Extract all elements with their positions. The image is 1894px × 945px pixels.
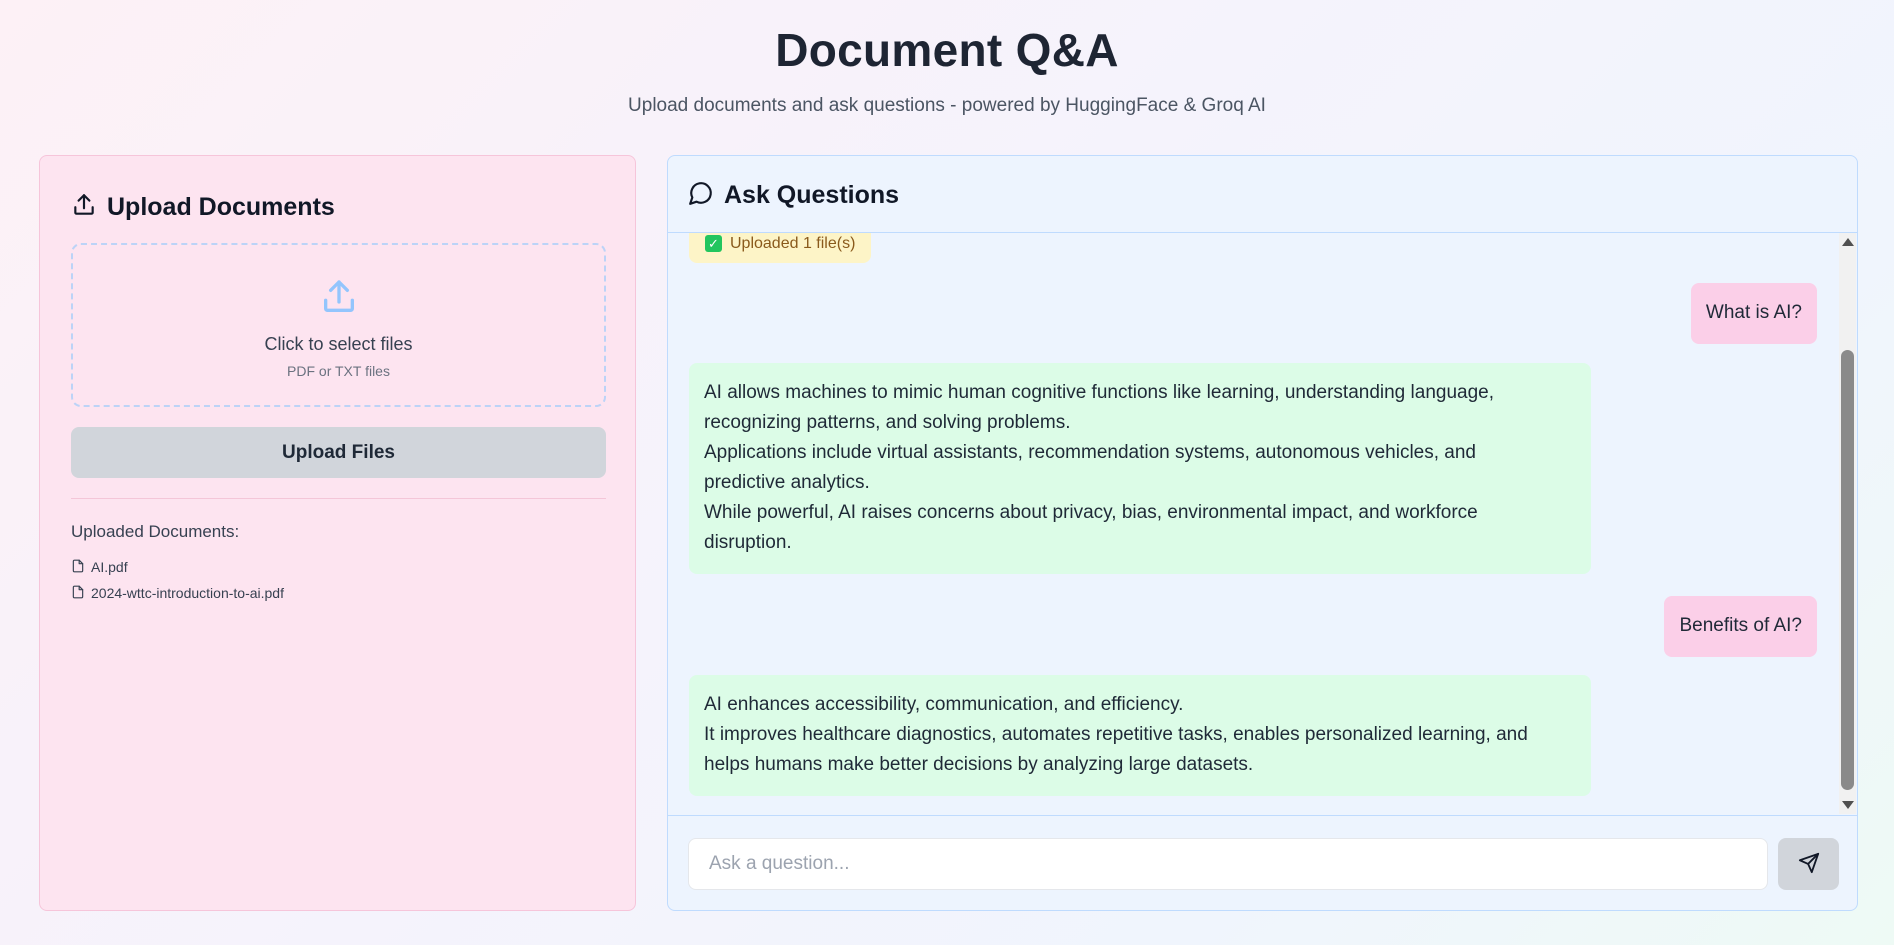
page-header: Document Q&A Upload documents and ask qu… <box>0 22 1894 118</box>
message-line: helps humans make better decisions by an… <box>704 754 1254 775</box>
page-subtitle: Upload documents and ask questions - pow… <box>628 95 1266 116</box>
message-line: disruption. <box>704 532 792 553</box>
message-text: What is AI? <box>1705 302 1802 323</box>
scroll-thumb[interactable] <box>1841 350 1854 790</box>
scroll-up-arrow-icon[interactable] <box>1842 238 1854 246</box>
page-title: Document Q&A <box>775 24 1119 76</box>
file-dropzone[interactable]: Click to select files PDF or TXT files <box>71 243 606 407</box>
message-line: recognizing patterns, and solving proble… <box>704 412 1071 433</box>
document-item[interactable]: 2024-wttc-introduction-to-ai.pdf <box>71 580 284 606</box>
check-icon: ✓ <box>705 235 722 252</box>
chat-panel: Ask Questions ✓ Uploaded 1 file(s) What … <box>667 155 1858 911</box>
file-icon <box>71 585 85 602</box>
status-message: ✓ Uploaded 1 file(s) <box>689 233 872 263</box>
message-line: It improves healthcare diagnostics, auto… <box>704 724 1528 745</box>
message-line: predictive analytics. <box>704 472 870 493</box>
assistant-message: AI allows machines to mimic human cognit… <box>689 363 1591 574</box>
upload-panel-heading: Upload Documents <box>71 192 335 223</box>
dropzone-main-text: Click to select files <box>264 334 413 354</box>
chat-bubble-icon <box>688 180 714 211</box>
upload-icon <box>319 277 359 322</box>
message-line: While powerful, AI raises concerns about… <box>704 502 1478 523</box>
send-icon <box>1798 852 1820 877</box>
status-message-text: Uploaded 1 file(s) <box>730 235 856 252</box>
chat-panel-heading: Ask Questions <box>688 180 899 211</box>
upload-files-button[interactable]: Upload Files <box>71 427 606 478</box>
message-line: AI enhances accessibility, communication… <box>704 694 1184 715</box>
document-name: AI.pdf <box>91 559 128 575</box>
message-line: AI allows machines to mimic human cognit… <box>704 382 1494 403</box>
message-list: ✓ Uploaded 1 file(s) What is AI? AI allo… <box>668 233 1857 814</box>
scroll-down-arrow-icon[interactable] <box>1842 801 1854 809</box>
upload-icon <box>71 192 97 223</box>
message-line: Applications include virtual assistants,… <box>704 442 1476 463</box>
user-message: Benefits of AI? <box>1664 596 1817 657</box>
user-message: What is AI? <box>1690 283 1817 344</box>
upload-panel-title: Upload Documents <box>107 193 335 221</box>
message-scrollbar[interactable] <box>1839 233 1856 814</box>
file-icon <box>71 559 85 576</box>
uploaded-documents-title: Uploaded Documents: <box>71 522 240 541</box>
divider <box>668 815 1857 816</box>
dropzone-hint-text: PDF or TXT files <box>287 363 390 379</box>
message-text: Benefits of AI? <box>1679 615 1802 636</box>
uploaded-documents-list: AI.pdf 2024-wttc-introduction-to-ai.pdf <box>71 554 284 606</box>
upload-panel: Upload Documents Click to select files P… <box>39 155 636 911</box>
document-item[interactable]: AI.pdf <box>71 554 284 580</box>
send-button[interactable] <box>1778 838 1839 890</box>
question-input[interactable] <box>688 838 1768 890</box>
divider <box>71 498 606 499</box>
assistant-message: AI enhances accessibility, communication… <box>689 675 1591 796</box>
document-name: 2024-wttc-introduction-to-ai.pdf <box>91 585 284 601</box>
chat-panel-title: Ask Questions <box>724 181 900 209</box>
